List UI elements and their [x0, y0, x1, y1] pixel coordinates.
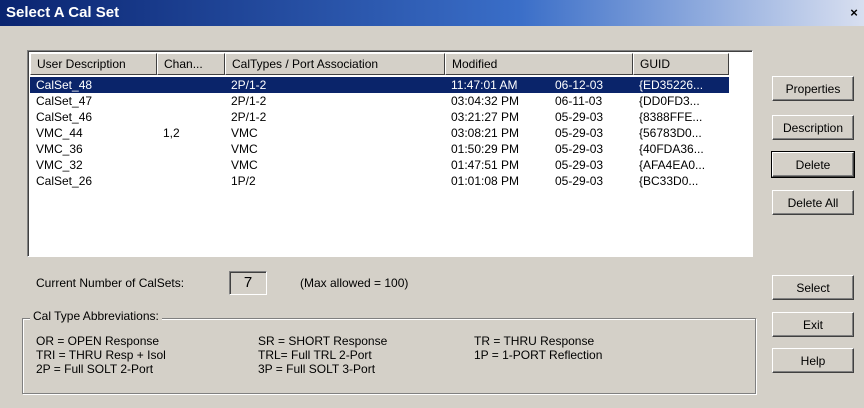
abbreviation-item: 1P = 1-PORT Reflection [474, 348, 603, 362]
row-modified: 01:47:51 PM 05-29-03 [445, 157, 633, 173]
row-guid: {40FDA36... [639, 142, 704, 156]
properties-button[interactable]: Properties [772, 76, 854, 101]
delete-button[interactable]: Delete [771, 151, 855, 178]
row-caltype: VMC [231, 126, 258, 140]
row-user-description: CalSet_48 [30, 77, 157, 93]
row-caltype: VMC [231, 158, 258, 172]
abbreviation-item: TRL= Full TRL 2-Port [258, 348, 372, 362]
row-caltype: 2P/1-2 [231, 110, 267, 124]
row-guid: {ED35226... [633, 77, 729, 93]
row-user-description: CalSet_47 [36, 94, 93, 108]
abbreviation-item: TR = THRU Response [474, 334, 595, 348]
row-modified-date: 05-29-03 [555, 142, 604, 156]
column-header-channel[interactable]: Chan... [157, 53, 225, 75]
delete-all-button[interactable]: Delete All [772, 190, 854, 215]
list-header: User Description Chan... CalTypes / Port… [30, 53, 729, 75]
description-button[interactable]: Description [772, 115, 854, 140]
row-channel [157, 157, 225, 173]
row-modified-date: 06-11-03 [555, 94, 603, 108]
list-rows: CalSet_48 2P/1-2 11:47:01 AM 06-12-03 {ED352… [30, 77, 729, 189]
row-modified-time: 03:08:21 PM [451, 126, 520, 140]
row-modified-date: 05-29-03 [555, 126, 604, 140]
abbreviation-item: 3P = Full SOLT 3-Port [258, 362, 376, 376]
row-caltype: 1P/2 [231, 174, 256, 188]
calset-count-value: 7 [229, 271, 267, 295]
row-guid: {56783D0... [639, 126, 702, 140]
row-modified-time: 01:50:29 PM [451, 142, 520, 156]
table-row[interactable]: CalSet_26 1P/2 01:01:08 PM 05-29-03 {BC33D0.… [30, 173, 729, 189]
select-button[interactable]: Select [772, 275, 854, 300]
row-modified-date: 05-29-03 [555, 110, 604, 124]
row-modified: 03:21:27 PM 05-29-03 [445, 109, 633, 125]
help-button[interactable]: Help [772, 348, 854, 373]
calset-list[interactable]: User Description Chan... CalTypes / Port… [27, 50, 753, 257]
table-row[interactable]: CalSet_46 2P/1-2 03:21:27 PM 05-29-03 {8388F… [30, 109, 729, 125]
row-channel: 1,2 [163, 126, 180, 140]
column-header-guid[interactable]: GUID [633, 53, 729, 75]
row-caltype: 2P/1-2 [225, 77, 445, 93]
row-caltype: VMC [231, 142, 258, 156]
row-channel [157, 77, 225, 93]
table-row[interactable]: VMC_36 VMC 01:50:29 PM 05-29-03 {40FDA36... [30, 141, 729, 157]
column-header-modified[interactable]: Modified [445, 53, 633, 75]
abbreviation-item: OR = OPEN Response [36, 334, 160, 348]
max-allowed-label: (Max allowed = 100) [300, 276, 409, 290]
row-modified-time: 11:47:01 AM [451, 78, 518, 92]
row-modified-time: 03:21:27 PM [451, 110, 520, 124]
abbreviations-title: Cal Type Abbreviations: [30, 309, 162, 323]
row-modified: 11:47:01 AM 06-12-03 [445, 77, 633, 93]
row-channel [157, 173, 225, 189]
row-guid: {DD0FD3... [639, 94, 700, 108]
row-modified-time: 01:01:08 PM [451, 174, 520, 188]
row-modified-time: 03:04:32 PM [451, 94, 520, 108]
row-channel [157, 93, 225, 109]
row-user-description: CalSet_26 [36, 174, 93, 188]
column-header-caltypes[interactable]: CalTypes / Port Association [225, 53, 445, 75]
row-channel [157, 109, 225, 125]
row-caltype: 2P/1-2 [231, 94, 267, 108]
row-user-description: CalSet_46 [36, 110, 93, 124]
row-user-description: VMC_36 [36, 142, 83, 156]
dialog-title: Select A Cal Set [6, 4, 120, 21]
row-modified: 01:01:08 PM 05-29-03 [445, 173, 633, 189]
row-guid: {AFA4EA0... [639, 158, 706, 172]
row-modified-date: 06-12-03 [555, 78, 604, 92]
row-modified-date: 05-29-03 [555, 174, 604, 188]
abbreviation-item: SR = SHORT Response [258, 334, 388, 348]
select-calset-dialog: Select A Cal Set × User Description Chan… [0, 0, 864, 408]
row-channel [157, 141, 225, 157]
exit-button[interactable]: Exit [772, 312, 854, 337]
row-modified-time: 01:47:51 PM [451, 158, 520, 172]
row-modified: 03:08:21 PM 05-29-03 [445, 125, 633, 141]
row-user-description: VMC_44 [36, 126, 83, 140]
row-modified-date: 05-29-03 [555, 158, 604, 172]
abbreviation-item: 2P = Full SOLT 2-Port [36, 362, 154, 376]
row-modified: 01:50:29 PM 05-29-03 [445, 141, 633, 157]
close-icon[interactable]: × [846, 0, 862, 26]
row-guid: {8388FFE... [639, 110, 703, 124]
table-row[interactable]: VMC_44 1,2 VMC 03:08:21 PM 05-29-03 {56783D0.… [30, 125, 729, 141]
table-row[interactable]: CalSet_47 2P/1-2 03:04:32 PM 06-11-03 {DD0FD… [30, 93, 729, 109]
table-row[interactable]: CalSet_48 2P/1-2 11:47:01 AM 06-12-03 {ED352… [30, 77, 729, 93]
abbreviation-item: TRI = THRU Resp + Isol [36, 348, 166, 362]
column-header-user-description[interactable]: User Description [30, 53, 157, 75]
row-user-description: VMC_32 [36, 158, 83, 172]
row-modified: 03:04:32 PM 06-11-03 [445, 93, 633, 109]
title-bar: Select A Cal Set × [0, 0, 864, 26]
table-row[interactable]: VMC_32 VMC 01:47:51 PM 05-29-03 {AFA4EA0... [30, 157, 729, 173]
calset-count-label: Current Number of CalSets: [36, 276, 185, 290]
row-guid: {BC33D0... [639, 174, 699, 188]
